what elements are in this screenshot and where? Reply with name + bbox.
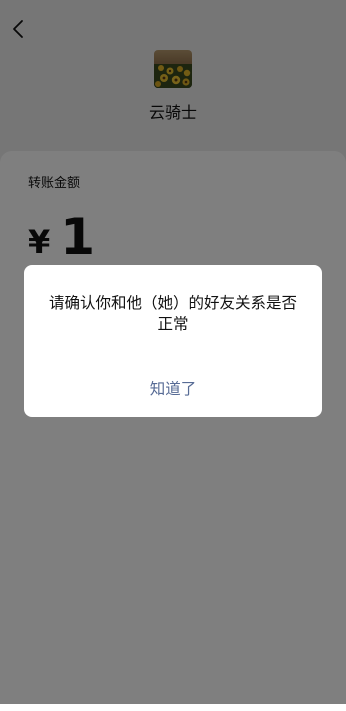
alert-dialog: 请确认你和他（她）的好友关系是否正常 知道了 [24,265,322,417]
confirm-button[interactable]: 知道了 [24,369,322,409]
dialog-message: 请确认你和他（她）的好友关系是否正常 [48,294,297,333]
